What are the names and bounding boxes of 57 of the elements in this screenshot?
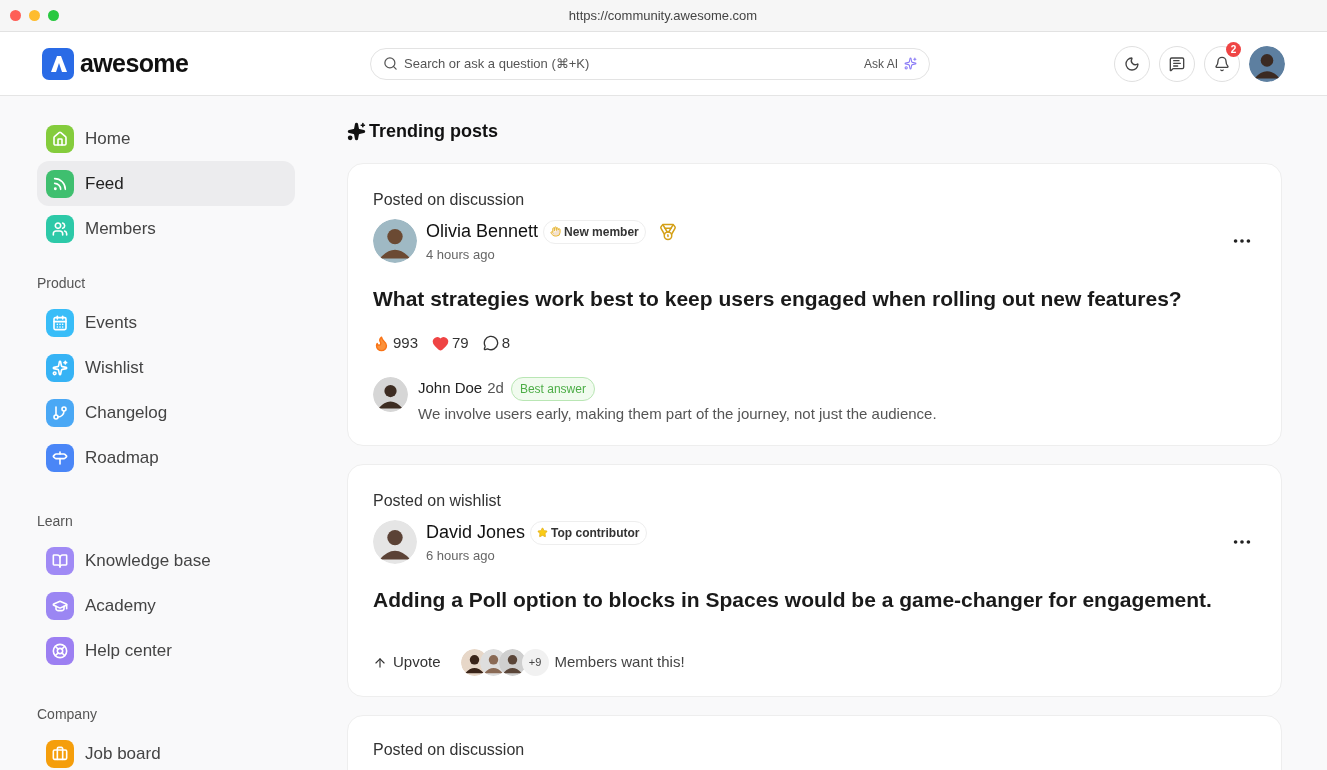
avatar	[373, 520, 417, 565]
section-heading: Learn	[37, 512, 74, 531]
sidebar-item[interactable]: Home	[37, 116, 295, 161]
author-name[interactable]: David Jones	[426, 519, 526, 546]
section-title: Trending posts	[369, 120, 498, 143]
sidebar-item[interactable]: Help center	[37, 628, 295, 673]
upvote-button[interactable]: Upvote	[373, 651, 441, 674]
voters-label: Members want this!	[554, 652, 685, 673]
star-icon	[537, 527, 549, 538]
post-title[interactable]: Adding a Poll option to blocks in Spaces would be a game-changer for engagement.	[373, 583, 1256, 615]
sparkle-icon	[347, 122, 366, 141]
search-input[interactable]: Search or ask a question (⌘+K)	[404, 53, 858, 74]
chat-icon	[1169, 55, 1185, 72]
sidebar-item[interactable]: Job board	[37, 731, 295, 770]
post-context: Posted on discussion	[373, 190, 526, 210]
heart-icon	[432, 334, 450, 352]
post-time: 6 hours ago	[426, 547, 496, 565]
fire-icon	[373, 334, 390, 352]
sparkle-icon	[904, 57, 917, 70]
sidebar-item[interactable]: Changelog	[37, 390, 295, 435]
moon-icon	[1124, 55, 1140, 72]
comment-count[interactable]: 8	[482, 332, 511, 355]
user-avatar	[1249, 45, 1285, 82]
member-count: +9	[521, 649, 549, 676]
post-context: Posted on wishlist	[373, 491, 503, 511]
post-time: 4 hours ago	[426, 246, 496, 264]
logo-icon	[42, 47, 74, 80]
sidebar-item[interactable]: Academy	[37, 583, 295, 628]
logo-text[interactable]: awesome	[80, 44, 189, 83]
answer-author[interactable]: John Doe	[418, 377, 483, 400]
post-title[interactable]: What strategies work best to keep users engaged when rolling out new features?	[373, 282, 1256, 314]
bell-icon	[1214, 55, 1230, 72]
fire-count[interactable]: 993	[373, 332, 419, 355]
comment-icon	[482, 335, 499, 352]
heart-count[interactable]: 79	[432, 332, 469, 355]
arrow-up-icon	[373, 655, 387, 670]
sidebar-item[interactable]: Events	[37, 300, 295, 345]
post-context: Posted on discussion	[373, 741, 525, 758]
search-icon	[383, 56, 398, 71]
hand-icon	[550, 226, 562, 237]
ask-ai-label[interactable]: Ask AI	[864, 54, 898, 73]
answer-text: We involve users early, making them part of the journey, not just the audience.	[418, 403, 937, 424]
section-heading: Product	[37, 274, 87, 293]
author-name[interactable]: Olivia Bennett	[426, 218, 539, 245]
notification-count: 2	[1226, 41, 1241, 57]
sidebar-item[interactable]: Wishlist	[37, 345, 295, 390]
avatar	[498, 649, 526, 676]
sidebar-item[interactable]: Members	[37, 206, 295, 251]
sidebar-item[interactable]: Feed	[37, 161, 295, 206]
best-answer-tag: Best answer	[510, 376, 595, 401]
section-heading: Company	[37, 705, 98, 724]
sidebar-item[interactable]: Roadmap	[37, 435, 295, 480]
answer-time: 2d	[487, 378, 504, 399]
avatar	[373, 219, 417, 264]
avatar	[373, 376, 408, 412]
sidebar-item[interactable]: Knowledge base	[37, 538, 295, 583]
address-url[interactable]: https://community.awesome.com	[568, 5, 818, 26]
